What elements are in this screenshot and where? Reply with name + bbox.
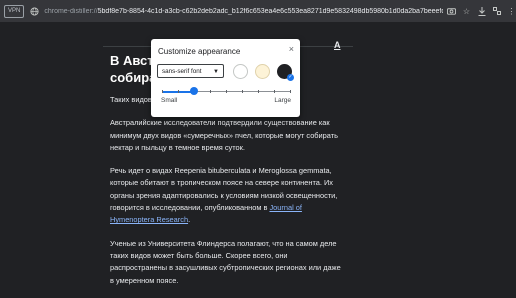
slider-tick: [274, 90, 275, 93]
font-select-value: sans-serif font: [162, 68, 202, 75]
check-icon: ✓: [287, 74, 294, 81]
slider-tick: [178, 90, 179, 93]
font-size-small-label: Small: [161, 97, 178, 104]
download-icon[interactable]: [477, 6, 486, 16]
article-paragraph: Ученые из Университета Флиндерса полагаю…: [110, 238, 341, 285]
font-size-large-label: Large: [274, 97, 291, 104]
article-paragraph: Австралийские исследователи подтвердили …: [110, 118, 338, 152]
address-bar[interactable]: chrome-distiller://5bdf8e7b-8854-4c1d-a3…: [44, 8, 443, 15]
customize-appearance-dialog: Customize appearance × sans-serif font ▼…: [151, 39, 300, 117]
slider-tick: [242, 90, 243, 93]
url-scheme: chrome-distiller://: [44, 7, 98, 15]
bookmark-star-icon[interactable]: ☆: [462, 7, 471, 16]
font-size-slider-thumb[interactable]: [190, 87, 198, 95]
slider-tick: [162, 90, 163, 93]
browser-toolbar: VPN chrome-distiller://5bdf8e7b-8854-4c1…: [0, 0, 516, 22]
paragraph-end: .: [188, 215, 191, 225]
theme-light-swatch[interactable]: [233, 64, 248, 79]
globe-icon: [30, 6, 39, 16]
reader-page: A В Австр собиран Таких видов может быть…: [0, 22, 516, 290]
camera-icon[interactable]: [447, 7, 456, 16]
slider-tick: [290, 90, 291, 93]
paragraph-text: Речь идет о видах Reepenia bituberculata…: [110, 166, 338, 213]
theme-sepia-swatch[interactable]: [255, 64, 270, 79]
slider-tick: [226, 90, 227, 93]
font-family-select[interactable]: sans-serif font ▼: [157, 64, 224, 78]
article-body: Таких видов может быть много. Австралийс…: [110, 94, 342, 298]
slider-tick: [258, 90, 259, 93]
appearance-button[interactable]: A: [334, 40, 341, 50]
url-path: 5bdf8e7b-8854-4c1d-a3cb-c62b2deb2adc_b12…: [97, 7, 443, 15]
menu-icon[interactable]: ⋮: [507, 7, 516, 16]
slider-tick: [210, 90, 211, 93]
vpn-badge[interactable]: VPN: [4, 4, 25, 18]
extensions-icon[interactable]: [492, 7, 501, 16]
chevron-down-icon: ▼: [213, 69, 219, 75]
dialog-title: Customize appearance: [158, 47, 241, 56]
close-icon[interactable]: ×: [289, 44, 294, 54]
article-paragraph: Речь идет о видах Reepenia bituberculata…: [110, 165, 342, 226]
